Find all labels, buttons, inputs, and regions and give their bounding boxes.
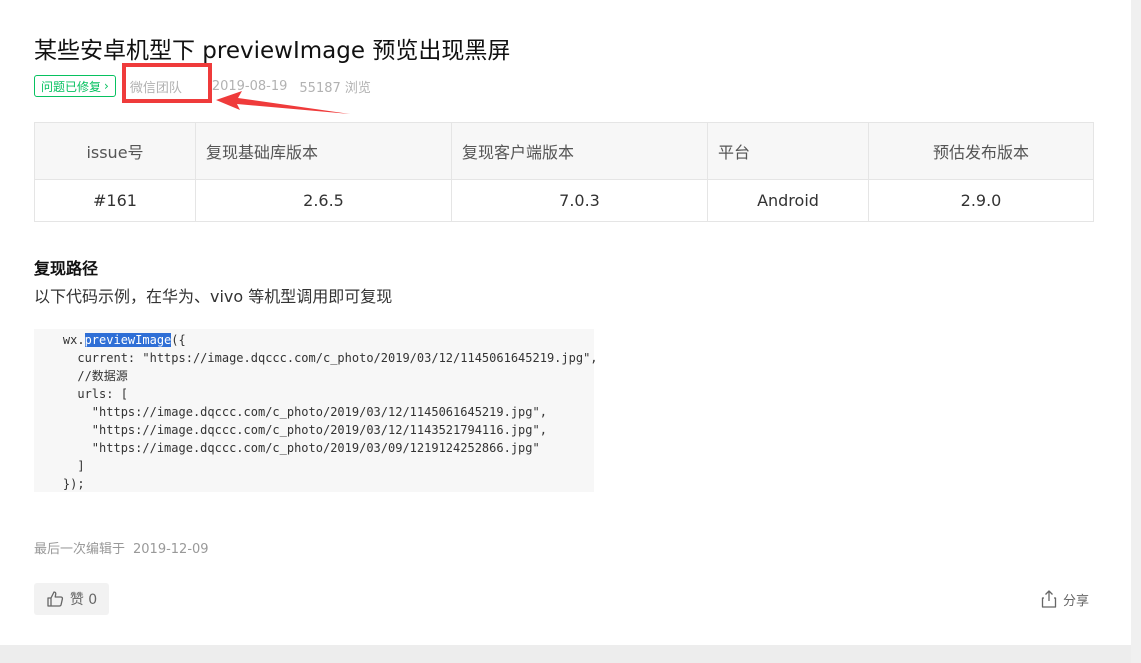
table-header-cell: issue号 xyxy=(34,122,196,180)
thumbs-up-icon xyxy=(47,591,63,607)
share-label: 分享 xyxy=(1063,593,1090,609)
page-title: 某些安卓机型下 previewImage 预览出现黑屏 xyxy=(34,38,511,64)
code-line: current: "https://image.dqccc.com/c_phot… xyxy=(34,351,598,365)
table-header-cell: 复现基础库版本 xyxy=(195,122,452,180)
code-line: "https://image.dqccc.com/c_photo/2019/03… xyxy=(34,405,547,419)
status-badge[interactable]: 问题已修复 › xyxy=(34,75,116,97)
share-button[interactable]: 分享 xyxy=(1041,589,1089,609)
section-title: 复现路径 xyxy=(34,259,99,278)
annotation-arrow-icon xyxy=(216,91,350,114)
status-badge-label: 问题已修复 xyxy=(41,79,102,94)
share-icon xyxy=(1041,590,1057,608)
code-line: wx.previewImage({ xyxy=(34,331,594,349)
table-header-row: issue号 复现基础库版本 复现客户端版本 平台 预估发布版本 xyxy=(34,122,1094,180)
code-selection: previewImage xyxy=(84,333,172,347)
table-cell: #161 xyxy=(34,179,196,222)
table-cell: 2.9.0 xyxy=(868,179,1094,222)
like-button[interactable]: 赞 0 xyxy=(34,583,109,615)
issue-table: issue号 复现基础库版本 复现客户端版本 平台 预估发布版本 #161 2.… xyxy=(34,122,1094,222)
code-text: ({ xyxy=(171,333,186,347)
annotation-highlight-box xyxy=(122,63,212,103)
code-block[interactable]: wx.previewImage({ current: "https://imag… xyxy=(34,329,598,492)
code-line: urls: [ xyxy=(34,387,128,401)
last-edited-date: 2019-12-09 xyxy=(133,542,209,557)
like-label: 赞 0 xyxy=(69,592,98,608)
code-line: ] xyxy=(34,459,85,473)
chevron-right-icon: › xyxy=(104,79,109,93)
scrollbar[interactable] xyxy=(1131,0,1141,663)
table-cell: Android xyxy=(707,179,869,222)
table-header-cell: 平台 xyxy=(707,122,869,180)
table-header-cell: 复现客户端版本 xyxy=(451,122,708,180)
last-edited-label: 最后一次编辑于 xyxy=(34,542,126,557)
table-row: #161 2.6.5 7.0.3 Android 2.9.0 xyxy=(34,179,1094,222)
code-text: wx. xyxy=(34,333,85,347)
section-description: 以下代码示例，在华为、vivo 等机型调用即可复现 xyxy=(34,287,393,306)
post-card: 某些安卓机型下 previewImage 预览出现黑屏 问题已修复 › 微信团队… xyxy=(0,0,1131,645)
table-cell: 7.0.3 xyxy=(451,179,708,222)
table-header-cell: 预估发布版本 xyxy=(868,122,1094,180)
last-edited: 最后一次编辑于 2019-12-09 xyxy=(34,538,209,557)
code-line: "https://image.dqccc.com/c_photo/2019/03… xyxy=(34,423,547,437)
table-cell: 2.6.5 xyxy=(195,179,452,222)
code-line: //数据源 xyxy=(34,369,128,383)
code-line: }); xyxy=(34,477,85,491)
code-line: "https://image.dqccc.com/c_photo/2019/03… xyxy=(34,441,540,455)
